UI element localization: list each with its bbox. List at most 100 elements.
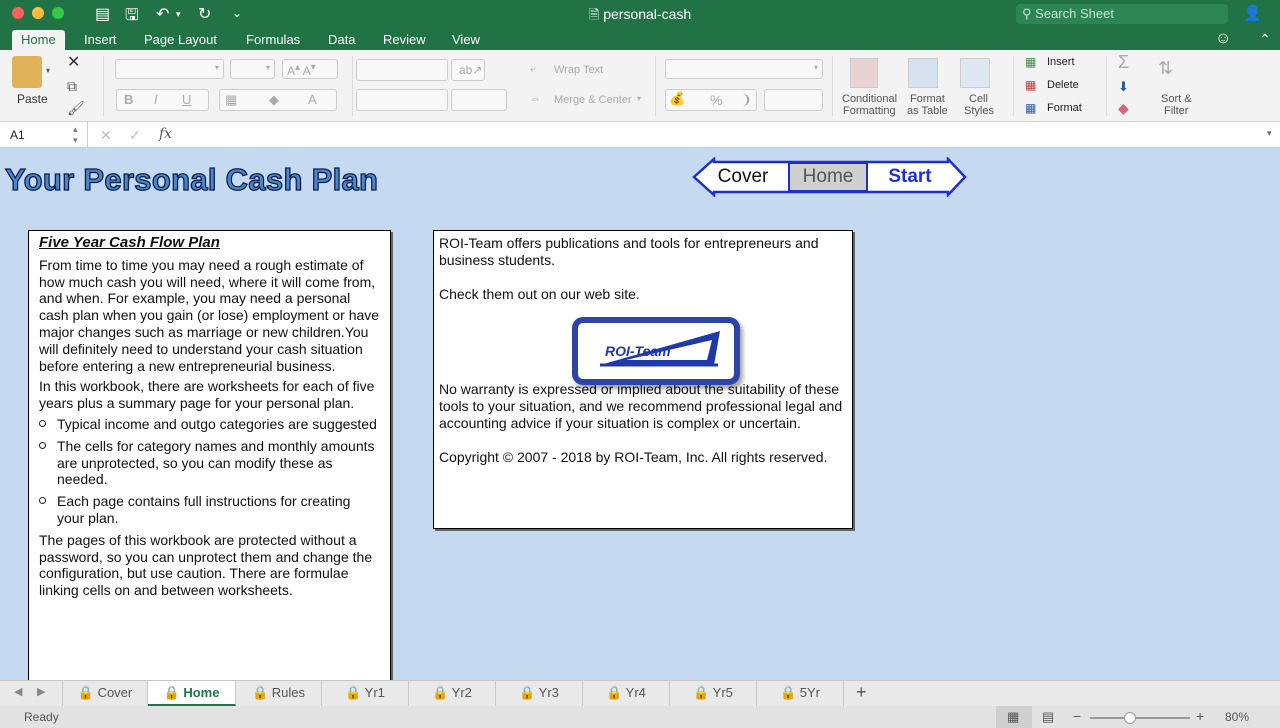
paste-dropdown-icon[interactable]: ▾ [46, 66, 50, 75]
wrap-text-button[interactable]: Wrap Text [554, 64, 603, 76]
cancel-entry-icon[interactable]: ✕ [100, 127, 112, 144]
sheet-tab-rules[interactable]: 🔒 Rules [236, 681, 322, 706]
conditional-formatting-label-2[interactable]: Formatting [843, 105, 896, 117]
sort-filter-label-2[interactable]: Filter [1164, 105, 1188, 117]
name-box[interactable]: A1 [10, 128, 25, 142]
sheet-tab-yr2[interactable]: 🔒 Yr2 [409, 681, 496, 706]
tab-page-layout[interactable]: Page Layout [135, 30, 226, 50]
font-name-select[interactable]: ▾ [115, 59, 224, 79]
clear-eraser-icon[interactable]: ◆ [1118, 100, 1129, 117]
sheet-tab-label: Yr2 [451, 685, 472, 700]
page-layout-view-icon[interactable]: ▤ [1042, 709, 1054, 725]
font-name-dropdown-icon: ▾ [214, 63, 219, 72]
about-paragraph-1: ROI-Team offers publications and tools f… [439, 235, 819, 268]
bullet-circle-icon [39, 441, 46, 449]
normal-view-button[interactable]: ▦ [996, 706, 1032, 728]
sort-filter-label-1[interactable]: Sort & [1161, 93, 1192, 105]
scroll-tabs-left-icon[interactable]: ◀ [14, 685, 22, 698]
tab-data[interactable]: Data [319, 30, 364, 50]
share-person-icon[interactable]: 👤 [1243, 4, 1262, 22]
add-sheet-button[interactable]: + [856, 682, 867, 703]
nav-start-button[interactable]: Start [872, 162, 948, 191]
merge-center-button[interactable]: Merge & Center [554, 94, 632, 106]
tab-formulas[interactable]: Formulas [237, 30, 309, 50]
conditional-formatting-icon[interactable] [850, 58, 878, 88]
delete-cells-icon: ▦ [1025, 78, 1037, 92]
accounting-format-icon[interactable]: 💰 [669, 91, 685, 107]
name-box-stepper-icon[interactable]: ▴ ▾ [73, 124, 78, 146]
conditional-formatting-label-1[interactable]: Conditional [842, 93, 897, 105]
about-panel: ROI-Team offers publications and tools f… [433, 230, 853, 529]
search-sheet-input[interactable]: ⚲ Search Sheet [1016, 4, 1228, 24]
zoom-out-icon[interactable]: − [1073, 708, 1081, 724]
format-as-table-icon[interactable] [908, 58, 938, 88]
ribbon-separator [352, 56, 353, 116]
orientation-button[interactable]: ab↗ [451, 59, 485, 81]
tab-home[interactable]: Home [12, 30, 65, 50]
fill-color-icon[interactable]: ◆ [269, 92, 279, 108]
lock-icon: 🔒 [779, 685, 797, 700]
collapse-ribbon-icon[interactable]: ⌃ [1250, 29, 1280, 49]
sheet-tab-yr5[interactable]: 🔒 Yr5 [670, 681, 757, 706]
font-size-select[interactable]: ▾ [230, 59, 275, 79]
format-as-table-label-1[interactable]: Format [910, 93, 945, 105]
font-color-icon[interactable]: A [308, 92, 317, 107]
scroll-tabs-right-icon[interactable]: ▶ [37, 685, 45, 698]
cell-styles-label-2[interactable]: Styles [964, 105, 994, 117]
sheet-tab-yr4[interactable]: 🔒 Yr4 [583, 681, 670, 706]
tab-view[interactable]: View [443, 30, 489, 50]
sheet-tab-label: Rules [271, 685, 306, 700]
nav-cover-button[interactable]: Cover [708, 162, 778, 191]
copy-icon[interactable]: ⧉ [67, 78, 77, 95]
percent-button[interactable]: % [710, 92, 722, 108]
decimal-buttons[interactable] [764, 89, 823, 111]
expand-formula-bar-icon[interactable]: ▾ [1267, 128, 1272, 139]
format-as-table-label-2[interactable]: as Table [907, 105, 948, 117]
comma-style-icon[interactable]: ❩ [741, 92, 752, 108]
sheet-tab-cover[interactable]: 🔒 Cover [62, 681, 148, 706]
bold-button[interactable]: B [124, 92, 133, 107]
delete-cells-button[interactable]: Delete [1047, 79, 1079, 91]
zoom-level[interactable]: 80% [1225, 710, 1249, 724]
cut-icon[interactable]: ✕ [67, 52, 80, 72]
format-painter-icon[interactable]: 🖌 [67, 100, 85, 117]
horizontal-align-buttons[interactable] [356, 89, 448, 111]
zoom-slider-thumb[interactable] [1124, 712, 1136, 724]
worksheet-area: Your Personal Cash Plan Cover Home Start… [0, 148, 1280, 680]
zoom-in-icon[interactable]: + [1196, 708, 1204, 724]
paste-clipboard-icon[interactable] [12, 56, 42, 88]
search-placeholder: Search Sheet [1035, 6, 1114, 21]
underline-button[interactable]: U [182, 92, 191, 107]
paste-button[interactable]: Paste [17, 92, 48, 106]
ribbon-separator [1013, 56, 1014, 116]
sort-filter-icon[interactable]: ⇅ [1158, 58, 1173, 79]
autosum-icon[interactable]: Σ [1118, 52, 1129, 73]
insert-function-button[interactable]: fx [159, 126, 172, 142]
borders-icon[interactable]: ▦ [225, 92, 237, 108]
lock-icon: 🔒 [693, 685, 710, 700]
merge-dropdown-icon[interactable]: ▾ [637, 94, 641, 103]
sheet-tab-yr3[interactable]: 🔒 Yr3 [496, 681, 583, 706]
number-format-select[interactable]: ▾ [665, 59, 823, 79]
italic-button[interactable]: I [154, 92, 158, 107]
confirm-entry-icon[interactable]: ✓ [129, 127, 141, 144]
list-item-text: Each page contains full instructions for… [57, 493, 351, 526]
tab-review[interactable]: Review [374, 30, 435, 50]
roi-team-logo[interactable]: ROI-Team [572, 317, 740, 385]
sheet-tab-5yr[interactable]: 🔒 5Yr [757, 681, 844, 706]
sheet-tab-yr1[interactable]: 🔒 Yr1 [322, 681, 409, 706]
cell-styles-icon[interactable] [960, 58, 990, 88]
smiley-feedback-icon[interactable]: ☺ [1206, 28, 1240, 48]
sheet-tab-home[interactable]: 🔒 Home [148, 681, 236, 706]
format-cells-button[interactable]: Format [1047, 102, 1082, 114]
insert-cells-button[interactable]: Insert [1047, 56, 1075, 68]
tab-insert[interactable]: Insert [75, 30, 126, 50]
vertical-align-buttons[interactable] [356, 59, 448, 81]
bullet-circle-icon [39, 497, 46, 505]
cell-styles-label-1[interactable]: Cell [969, 93, 988, 105]
fill-icon[interactable]: ⬇ [1118, 79, 1129, 95]
nav-home-button[interactable]: Home [790, 162, 866, 191]
indent-buttons[interactable] [451, 89, 507, 111]
zoom-slider-track[interactable] [1090, 717, 1190, 719]
font-grow-shrink-buttons[interactable]: A▴ A▾ [282, 59, 338, 79]
